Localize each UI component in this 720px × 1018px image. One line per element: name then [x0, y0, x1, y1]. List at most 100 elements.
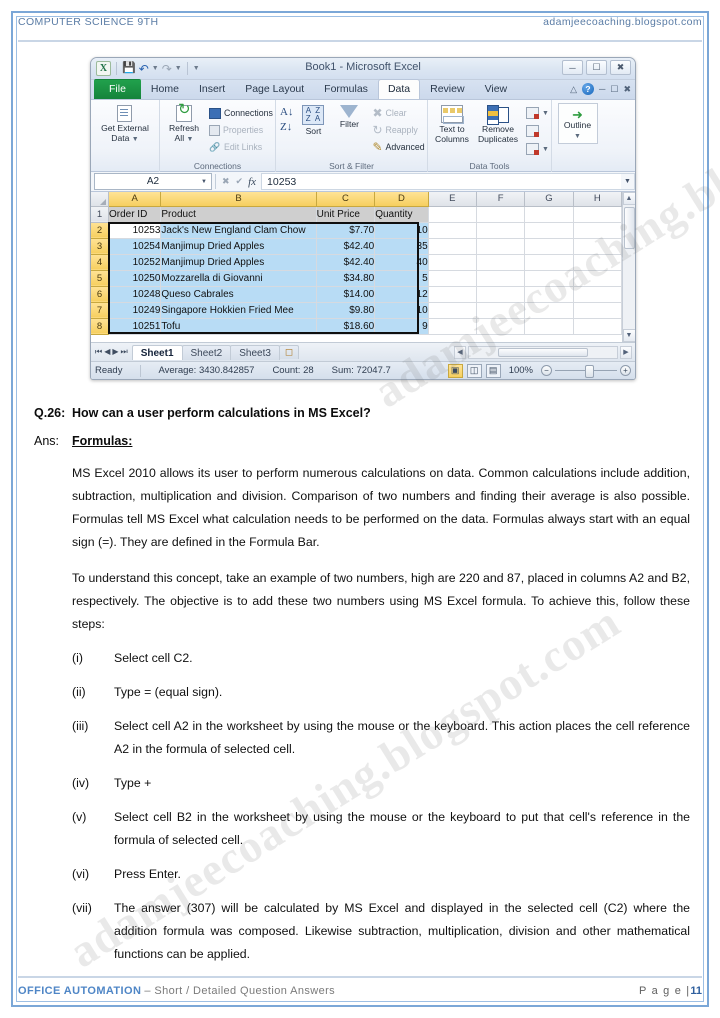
- cell-d4[interactable]: 40: [374, 254, 429, 271]
- sheet-tab-sheet1[interactable]: Sheet1: [131, 344, 183, 360]
- ribbon-group-get-external-data[interactable]: Get External Data ▼: [91, 100, 159, 172]
- window-controls[interactable]: ─ ☐ ✖: [562, 60, 631, 75]
- cell-e1[interactable]: [428, 206, 477, 223]
- table-row[interactable]: 8 10251 Tofu $18.60 9: [91, 318, 622, 335]
- doc-restore-icon[interactable]: ☐: [610, 84, 618, 95]
- advanced-filter-button[interactable]: ✎ Advanced: [370, 139, 426, 155]
- table-row[interactable]: 6 10248 Queso Cabrales $14.00 12: [91, 286, 622, 303]
- page-layout-view-icon[interactable]: ◫: [466, 363, 482, 378]
- cell-e7[interactable]: [428, 302, 477, 319]
- sheet-tab-sheet2[interactable]: Sheet2: [181, 344, 232, 360]
- column-header-h[interactable]: H: [573, 192, 622, 207]
- remove-duplicates-button[interactable]: Remove Duplicates: [476, 103, 520, 146]
- cell-c7[interactable]: $9.80: [316, 302, 376, 319]
- cell-a5[interactable]: 10250: [108, 270, 162, 287]
- connections-button[interactable]: Connections: [207, 105, 275, 121]
- column-header-a[interactable]: A: [108, 192, 162, 207]
- cell-c5[interactable]: $34.80: [316, 270, 376, 287]
- horizontal-scrollbar[interactable]: [468, 345, 618, 359]
- cell-a8[interactable]: 10251: [108, 318, 162, 335]
- excel-window[interactable]: X 💾 ↶ ▼ ↷ ▼ ▼ Book1 - Microsoft Excel ─ …: [90, 57, 636, 380]
- formula-input[interactable]: 10253: [261, 173, 621, 190]
- sort-descending-icon[interactable]: Z↓: [280, 122, 293, 133]
- expand-formula-bar-icon[interactable]: ▼: [621, 173, 635, 190]
- cell-h7[interactable]: [573, 302, 622, 319]
- what-if-caret-icon[interactable]: ▼: [542, 146, 549, 153]
- name-box[interactable]: A2 ▼: [94, 173, 212, 190]
- cell-f8[interactable]: [476, 318, 526, 335]
- cell-d1[interactable]: Quantity: [374, 206, 429, 223]
- row-header-5[interactable]: 5: [91, 270, 109, 287]
- clear-filter-button[interactable]: ✖ Clear: [370, 105, 426, 121]
- minimize-icon[interactable]: ─: [562, 60, 583, 75]
- sheet-tab-bar[interactable]: ⏮ ◀ ▶ ⏭ Sheet1 Sheet2 Sheet3 ◻ ◀ ▶: [91, 342, 635, 361]
- column-header-b[interactable]: B: [160, 192, 317, 207]
- cell-e6[interactable]: [428, 286, 477, 303]
- insert-function-icon[interactable]: fx: [246, 176, 261, 188]
- status-right-controls[interactable]: ▣ ◫ ▤ 100% − +: [447, 363, 631, 378]
- tab-review[interactable]: Review: [420, 79, 474, 99]
- cell-e5[interactable]: [428, 270, 477, 287]
- cell-h6[interactable]: [573, 286, 622, 303]
- tab-file[interactable]: File: [94, 79, 141, 99]
- horizontal-scroll-thumb[interactable]: [498, 347, 588, 357]
- cell-b5[interactable]: Mozzarella di Giovanni: [160, 270, 317, 287]
- cell-d3[interactable]: 35: [374, 238, 429, 255]
- cell-h8[interactable]: [573, 318, 622, 335]
- cell-c4[interactable]: $42.40: [316, 254, 376, 271]
- row-header-2[interactable]: 2: [91, 222, 109, 239]
- scroll-up-icon[interactable]: ▲: [622, 192, 635, 205]
- horizontal-scroll-area[interactable]: ◀ ▶: [454, 345, 635, 359]
- ribbon-group-sort-filter[interactable]: A↓ Z↓ A ZZ A Sort Filter ✖ Clear ↻ Reapp…: [275, 100, 427, 172]
- spreadsheet-table[interactable]: A B C D E F G H 1 Order ID Product Unit …: [91, 192, 622, 335]
- filter-button[interactable]: Filter: [333, 103, 365, 132]
- outline-button[interactable]: ➜ Outline ▼: [557, 103, 598, 144]
- insert-worksheet-icon[interactable]: ◻: [278, 345, 300, 359]
- vertical-scrollbar[interactable]: ▲ ▼: [622, 192, 635, 342]
- worksheet-area[interactable]: A B C D E F G H 1 Order ID Product Unit …: [91, 192, 635, 342]
- cell-b8[interactable]: Tofu: [160, 318, 317, 335]
- table-row[interactable]: 5 10250 Mozzarella di Giovanni $34.80 5: [91, 270, 622, 287]
- cell-h1[interactable]: [573, 206, 622, 223]
- table-row[interactable]: 1 Order ID Product Unit Price Quantity: [91, 206, 622, 223]
- cell-e4[interactable]: [428, 254, 477, 271]
- table-row[interactable]: 7 10249 Singapore Hokkien Fried Mee $9.8…: [91, 302, 622, 319]
- zoom-level[interactable]: 100%: [505, 365, 537, 376]
- zoom-track[interactable]: [555, 365, 617, 378]
- cell-d2[interactable]: 10: [374, 222, 429, 239]
- column-header-d[interactable]: D: [374, 192, 429, 207]
- cell-f5[interactable]: [476, 270, 526, 287]
- cell-g1[interactable]: [524, 206, 574, 223]
- next-sheet-icon[interactable]: ▶: [112, 347, 118, 357]
- sheet-tab-sheet3[interactable]: Sheet3: [230, 344, 280, 360]
- help-icon[interactable]: ?: [581, 83, 594, 95]
- last-sheet-icon[interactable]: ⏭: [121, 347, 128, 357]
- cell-b3[interactable]: Manjimup Dried Apples: [160, 238, 317, 255]
- tab-view[interactable]: View: [475, 79, 518, 99]
- get-external-data-button[interactable]: Get External Data ▼: [97, 103, 153, 146]
- cell-b4[interactable]: Manjimup Dried Apples: [160, 254, 317, 271]
- formula-bar[interactable]: A2 ▼ ✖ ✔ fx 10253 ▼: [91, 172, 635, 192]
- cell-h5[interactable]: [573, 270, 622, 287]
- column-header-c[interactable]: C: [316, 192, 376, 207]
- row-header-4[interactable]: 4: [91, 254, 109, 271]
- row-header-6[interactable]: 6: [91, 286, 109, 303]
- cell-e8[interactable]: [428, 318, 477, 335]
- accept-entry-icon[interactable]: ✔: [233, 176, 247, 187]
- column-header-g[interactable]: G: [524, 192, 574, 207]
- sort-ascending-icon[interactable]: A↓: [280, 107, 293, 118]
- cell-g2[interactable]: [524, 222, 574, 239]
- cell-f6[interactable]: [476, 286, 526, 303]
- cell-d7[interactable]: 10: [374, 302, 429, 319]
- column-header-row[interactable]: A B C D E F G H: [91, 192, 622, 207]
- scroll-down-icon[interactable]: ▼: [622, 329, 635, 342]
- zoom-out-icon[interactable]: −: [541, 365, 552, 376]
- table-row[interactable]: 2 10253 Jack's New England Clam Chow $7.…: [91, 222, 622, 239]
- table-row[interactable]: 3 10254 Manjimup Dried Apples $42.40 35: [91, 238, 622, 255]
- tab-home[interactable]: Home: [141, 79, 189, 99]
- table-row[interactable]: 4 10252 Manjimup Dried Apples $42.40 40: [91, 254, 622, 271]
- restore-icon[interactable]: ☐: [586, 60, 607, 75]
- cell-f1[interactable]: [476, 206, 526, 223]
- cell-b1[interactable]: Product: [160, 206, 317, 223]
- cell-c2[interactable]: $7.70: [316, 222, 376, 239]
